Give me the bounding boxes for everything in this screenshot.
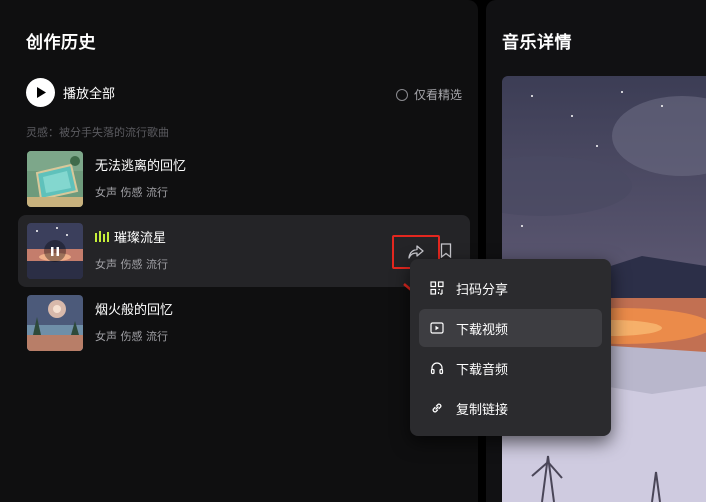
- play-all-button[interactable]: 播放全部: [26, 78, 115, 107]
- equalizer-icon: [95, 231, 109, 242]
- headphones-icon: [430, 361, 444, 375]
- menu-item-label: 扫码分享: [456, 282, 509, 298]
- link-icon: [430, 401, 444, 415]
- video-icon: [430, 321, 444, 335]
- song-cover: [27, 295, 83, 351]
- menu-item-qr-share[interactable]: 扫码分享: [419, 269, 602, 307]
- song-tags: 女声 伤感 流行: [95, 186, 168, 199]
- menu-item-copy-link[interactable]: 复制链接: [419, 389, 602, 427]
- song-tags: 女声 伤感 流行: [95, 258, 168, 271]
- play-all-label: 播放全部: [63, 87, 116, 102]
- panel-title: 创作历史: [26, 33, 96, 53]
- pause-icon[interactable]: [44, 240, 66, 262]
- share-menu: 扫码分享 下载视频 下载音频 复制链接: [410, 259, 611, 436]
- song-cover: [27, 223, 83, 279]
- menu-item-label: 下载视频: [456, 322, 509, 338]
- featured-only-toggle[interactable]: 仅看精选: [395, 86, 462, 103]
- panel-title: 音乐详情: [502, 33, 572, 53]
- radio-icon: [395, 88, 408, 101]
- song-title: 璀璨流星: [95, 227, 166, 246]
- bookmark-icon: [440, 243, 452, 259]
- menu-item-download-video[interactable]: 下载视频: [419, 309, 602, 347]
- song-row[interactable]: 无法逃离的回忆 女声 伤感 流行: [18, 143, 470, 215]
- inspiration-text: 灵感：被分手失落的流行歌曲: [26, 126, 169, 139]
- song-row[interactable]: 烟火般的回忆 女声 伤感 流行: [18, 287, 470, 359]
- song-cover: [27, 151, 83, 207]
- song-title: 无法逃离的回忆: [95, 159, 187, 174]
- play-icon: [26, 78, 55, 107]
- qr-code-icon: [430, 281, 444, 295]
- share-icon: [408, 245, 424, 259]
- song-title: 烟火般的回忆: [95, 303, 174, 318]
- menu-item-label: 下载音频: [456, 362, 509, 378]
- featured-only-label: 仅看精选: [413, 88, 462, 102]
- menu-item-download-audio[interactable]: 下载音频: [419, 349, 602, 387]
- song-tags: 女声 伤感 流行: [95, 330, 168, 343]
- menu-item-label: 复制链接: [456, 402, 509, 418]
